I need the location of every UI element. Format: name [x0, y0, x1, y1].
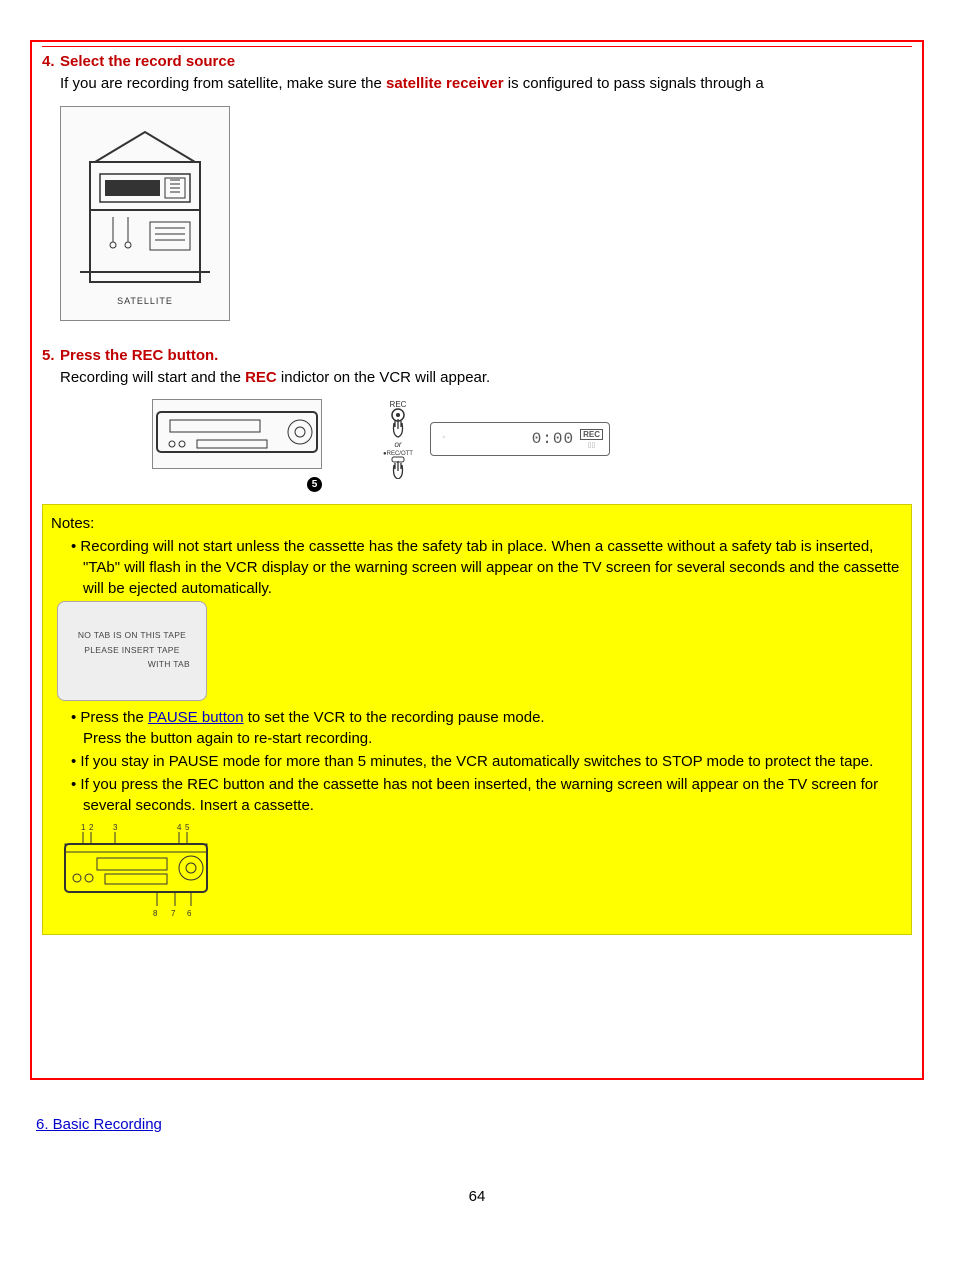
- notes-bullet-4: • If you press the REC button and the ca…: [71, 774, 903, 816]
- vcr-numbered-icon: 1 2 3 4 5: [57, 820, 215, 922]
- press-rec-bottom-label: ●REC/OTT: [383, 451, 413, 457]
- step-4-header: 4. Select the record source: [42, 53, 912, 70]
- step-5-header: 5. Press the REC button.: [42, 347, 912, 364]
- step-5-text-2: indictor on the VCR will appear.: [277, 369, 490, 386]
- satellite-receiver-icon: [70, 122, 220, 292]
- svg-text:7: 7: [171, 909, 176, 918]
- notes-bullet-1: • Recording will not start unless the ca…: [71, 536, 903, 599]
- notes-bullet-3: • If you stay in PAUSE mode for more tha…: [71, 751, 903, 772]
- step-5-text-1: Recording will start and the: [60, 369, 245, 386]
- warn-line-3: WITH TAB: [148, 659, 190, 671]
- svg-text:6: 6: [187, 909, 192, 918]
- svg-text:3: 3: [113, 823, 118, 832]
- vcr-front-icon: [152, 404, 322, 464]
- svg-text:2: 2: [89, 823, 94, 832]
- step-4-body: If you are recording from satellite, mak…: [60, 74, 912, 94]
- warn-line-2: PLEASE INSERT TAPE: [84, 645, 179, 657]
- step-5-body: Recording will start and the REC indicto…: [60, 368, 912, 388]
- step-5-figures-row: 5 REC or ●REC/OTT ◦: [152, 399, 912, 492]
- pause-button-link[interactable]: PAUSE button: [148, 709, 244, 726]
- step-4-text-pre: If you are recording from satellite, mak…: [60, 75, 386, 92]
- svg-text:8: 8: [153, 909, 158, 918]
- thin-red-divider: [42, 46, 912, 47]
- press-rec-icon: REC or ●REC/OTT: [378, 399, 418, 479]
- press-rec-or-label: or: [394, 440, 401, 449]
- svg-text:5: 5: [185, 823, 190, 832]
- step-4-satellite-link[interactable]: satellite receiver: [386, 75, 504, 92]
- main-red-frame: 4. Select the record source If you are r…: [30, 40, 924, 1080]
- figure-vcr-display: ◦ 0:00 REC ▯▯: [430, 422, 610, 456]
- link-basic-recording[interactable]: 6. Basic Recording: [36, 1116, 162, 1133]
- figure-vcr-numbered: 1 2 3 4 5: [57, 820, 215, 922]
- figure-vcr-front: [152, 399, 322, 469]
- warn-line-1: NO TAB IS ON THIS TAPE: [78, 630, 186, 642]
- press-rec-top-label: REC: [390, 400, 407, 409]
- vcr-callout-number: 5: [307, 477, 322, 492]
- notes-bullet-2: • Press the PAUSE button to set the VCR …: [71, 707, 903, 749]
- figure-warning-screen: NO TAB IS ON THIS TAPE PLEASE INSERT TAP…: [57, 601, 207, 701]
- figure-press-rec: REC or ●REC/OTT: [378, 399, 418, 479]
- vcr-display-digits: 0:00: [532, 430, 574, 448]
- svg-text:4: 4: [177, 823, 182, 832]
- step-5-rec-word: REC: [245, 369, 277, 386]
- step-4-number: 4.: [42, 53, 60, 70]
- step-5-number: 5.: [42, 347, 60, 364]
- page-number: 64: [30, 1188, 924, 1205]
- figure-satellite-caption: SATELLITE: [117, 296, 173, 306]
- vcr-display-rec-badge: REC: [580, 429, 603, 440]
- step-5-title: Press the REC button.: [60, 347, 218, 364]
- step-4-text-post: is configured to pass signals through a: [504, 75, 764, 92]
- notes-box: Notes: • Recording will not start unless…: [42, 504, 912, 935]
- notes-title: Notes:: [51, 513, 903, 534]
- step-4-title: Select the record source: [60, 53, 235, 70]
- svg-text:1: 1: [81, 823, 86, 832]
- figure-satellite-receiver: SATELLITE: [60, 106, 230, 321]
